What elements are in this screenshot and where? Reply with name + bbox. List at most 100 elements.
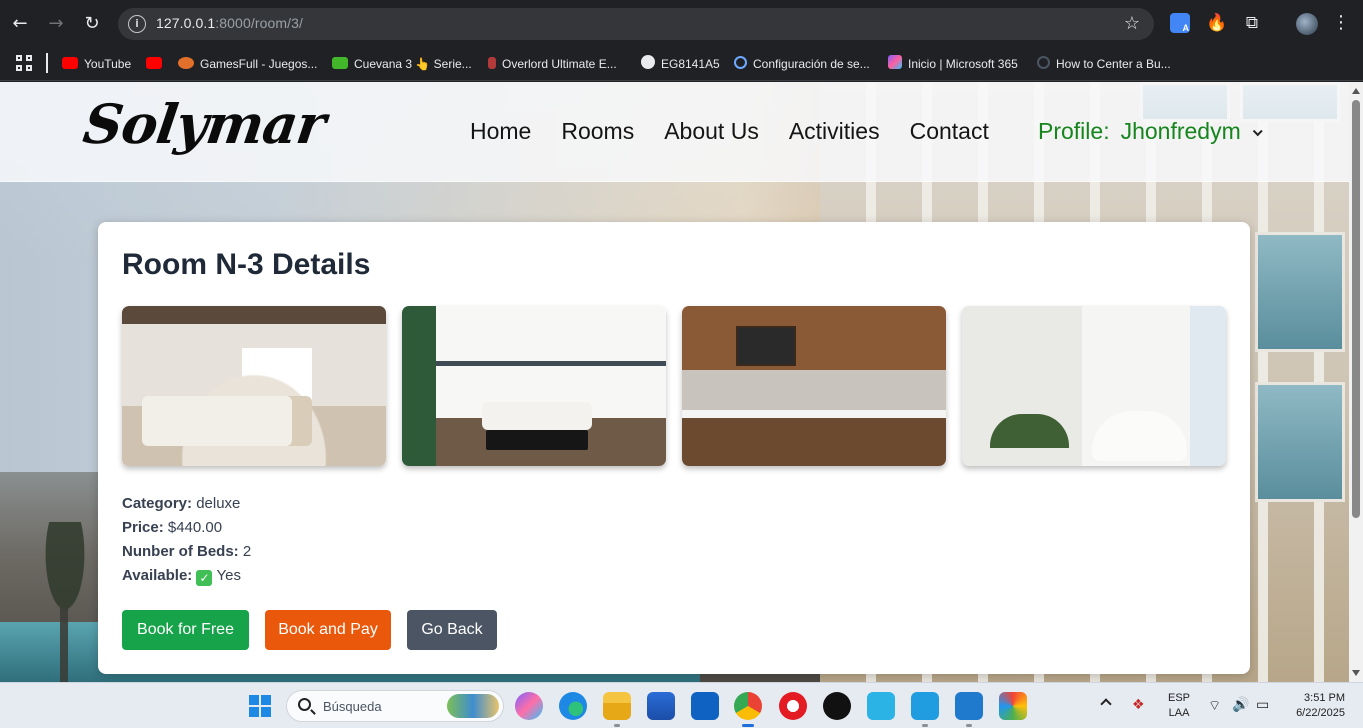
site-logo[interactable]: Solymar [80,92,329,156]
nav-home[interactable]: Home [470,118,531,145]
beds-label: Nunber of Beds: [122,543,239,560]
url-host: 127.0.0.1 [156,15,216,31]
scroll-down-icon[interactable] [1352,670,1360,676]
circle-icon [1037,56,1050,69]
main-nav: Home Rooms About Us Activities Contact [470,118,1019,145]
tray-chevron-up-icon[interactable] [1100,698,1112,710]
volume-icon[interactable]: 🔊 [1232,697,1249,715]
bookmark-label: Configuración de se... [753,57,870,71]
bookmark-eg8141a5[interactable]: EG8141A5 [641,54,720,74]
language-code: ESP [1168,692,1191,704]
address-bar[interactable]: i 127.0.0.1:8000/room/3/ ☆ [118,8,1154,40]
url-path: :8000/room/3/ [215,15,303,31]
category-label: Category: [122,495,193,512]
search-icon [298,698,311,711]
colorful-app-icon[interactable] [999,692,1027,720]
clock-date: 6/22/2025 [1296,707,1345,719]
bookmark-microsoft365[interactable]: Inicio | Microsoft 365 [888,54,1018,74]
system-clock[interactable]: 3:51 PM 6/22/2025 [1289,691,1345,721]
profile-name: Jhonfredym [1120,118,1241,144]
go-back-button[interactable]: Go Back [407,610,497,650]
page-title: Room N-3 Details [122,248,371,281]
living-room-photo[interactable] [402,306,666,466]
copilot-icon[interactable] [515,692,543,720]
windows-taskbar: Búsqueda ❖ ESP LAA ⌔ 🔊 ▭ 3:51 PM 6/22/20… [0,682,1363,728]
available-row: Available: ✓ Yes [122,564,251,588]
browser-toolbar: ← → ↻ i 127.0.0.1:8000/room/3/ ☆ 🔥 ⧉ ⋮ [0,0,1363,47]
bathroom-photo[interactable] [962,306,1226,466]
page-viewport: Solymar Home Rooms About Us Activities C… [0,82,1349,682]
extensions-puzzle-icon[interactable]: ⧉ [1242,13,1262,33]
nav-activities[interactable]: Activities [789,118,880,145]
windows-start-icon[interactable] [249,695,271,717]
kitchenette-photo[interactable] [682,306,946,466]
scroll-up-icon[interactable] [1352,88,1360,94]
bookmark-gamesfull[interactable]: GamesFull - Juegos... [178,54,317,74]
bookmark-label: Cuevana 3 👆 Serie... [354,57,472,71]
youtube-icon [146,57,162,69]
fire-extension-icon[interactable]: 🔥 [1206,13,1227,33]
background-window [1255,382,1345,502]
feedback-app-icon[interactable] [867,692,895,720]
wifi-icon[interactable]: ⌔ [1208,697,1221,715]
beds-row: Nunber of Beds: 2 [122,540,251,564]
language-indicator[interactable]: ESP LAA [1168,691,1190,721]
nav-contact[interactable]: Contact [910,118,989,145]
bookmark-youtube-2[interactable] [146,54,168,74]
back-arrow-icon[interactable]: ← [8,12,32,36]
bookmark-label: Overlord Ultimate E... [502,57,617,71]
cuevana-icon [332,57,348,69]
youtube-icon [62,57,78,69]
bookmark-configuracion[interactable]: Configuración de se... [734,54,870,74]
price-label: Price: [122,519,164,536]
chevron-down-icon [1252,126,1263,137]
url-text[interactable]: 127.0.0.1:8000/room/3/ [156,15,303,31]
bookmark-star-icon[interactable]: ☆ [1124,13,1140,34]
battery-icon[interactable]: ▭ [1256,697,1269,715]
outlook-icon[interactable] [691,692,719,720]
site-header: Solymar Home Rooms About Us Activities C… [0,82,1349,182]
taskbar-search[interactable]: Búsqueda [286,690,504,722]
bookmark-label: Inicio | Microsoft 365 [908,57,1018,71]
apps-grid-icon[interactable] [16,55,32,71]
overlord-icon [488,57,496,69]
room-info: Category: deluxe Price: $440.00 Nunber o… [122,492,251,588]
ring-icon [734,56,747,69]
available-label: Available: [122,567,193,584]
page-scrollbar[interactable] [1349,82,1363,682]
vscode-icon[interactable] [955,692,983,727]
chrome-icon[interactable] [734,692,762,727]
bookmark-youtube[interactable]: YouTube [62,54,131,74]
profile-dropdown[interactable]: Profile: Jhonfredym [1038,118,1263,145]
translate-extension-icon[interactable] [1170,13,1190,33]
search-placeholder: Búsqueda [323,699,382,714]
keyboard-layout: LAA [1168,707,1190,719]
microsoft-store-icon[interactable] [647,692,675,720]
book-for-free-button[interactable]: Book for Free [122,610,249,650]
book-and-pay-button[interactable]: Book and Pay [265,610,391,650]
bookmark-cuevana[interactable]: Cuevana 3 👆 Serie... [332,54,472,74]
file-explorer-icon[interactable] [603,692,631,727]
background-palm [20,522,110,682]
microsoft365-icon [888,55,902,69]
bookmark-overlord[interactable]: Overlord Ultimate E... [488,54,617,74]
scrollbar-thumb[interactable] [1352,100,1360,518]
nav-about-us[interactable]: About Us [664,118,759,145]
forward-arrow-icon[interactable]: → [44,12,68,36]
tiktok-icon[interactable] [823,692,851,720]
bookmark-center-button[interactable]: How to Center a Bu... [1037,54,1171,74]
bookmark-label: GamesFull - Juegos... [200,57,318,71]
reload-icon[interactable]: ↻ [80,12,104,36]
opera-icon[interactable] [779,692,807,720]
kebab-menu-icon[interactable]: ⋮ [1332,12,1350,33]
site-info-icon[interactable]: i [128,15,146,33]
edge-icon[interactable] [559,692,587,720]
dropbox-tray-icon[interactable]: ❖ [1132,697,1145,715]
background-window [1255,232,1345,352]
profile-label: Profile: [1038,118,1110,144]
profile-avatar[interactable] [1296,13,1318,35]
screen-app-icon[interactable] [911,692,939,727]
bookmark-separator [46,53,48,73]
nav-rooms[interactable]: Rooms [561,118,634,145]
bedroom-photo[interactable] [122,306,386,466]
